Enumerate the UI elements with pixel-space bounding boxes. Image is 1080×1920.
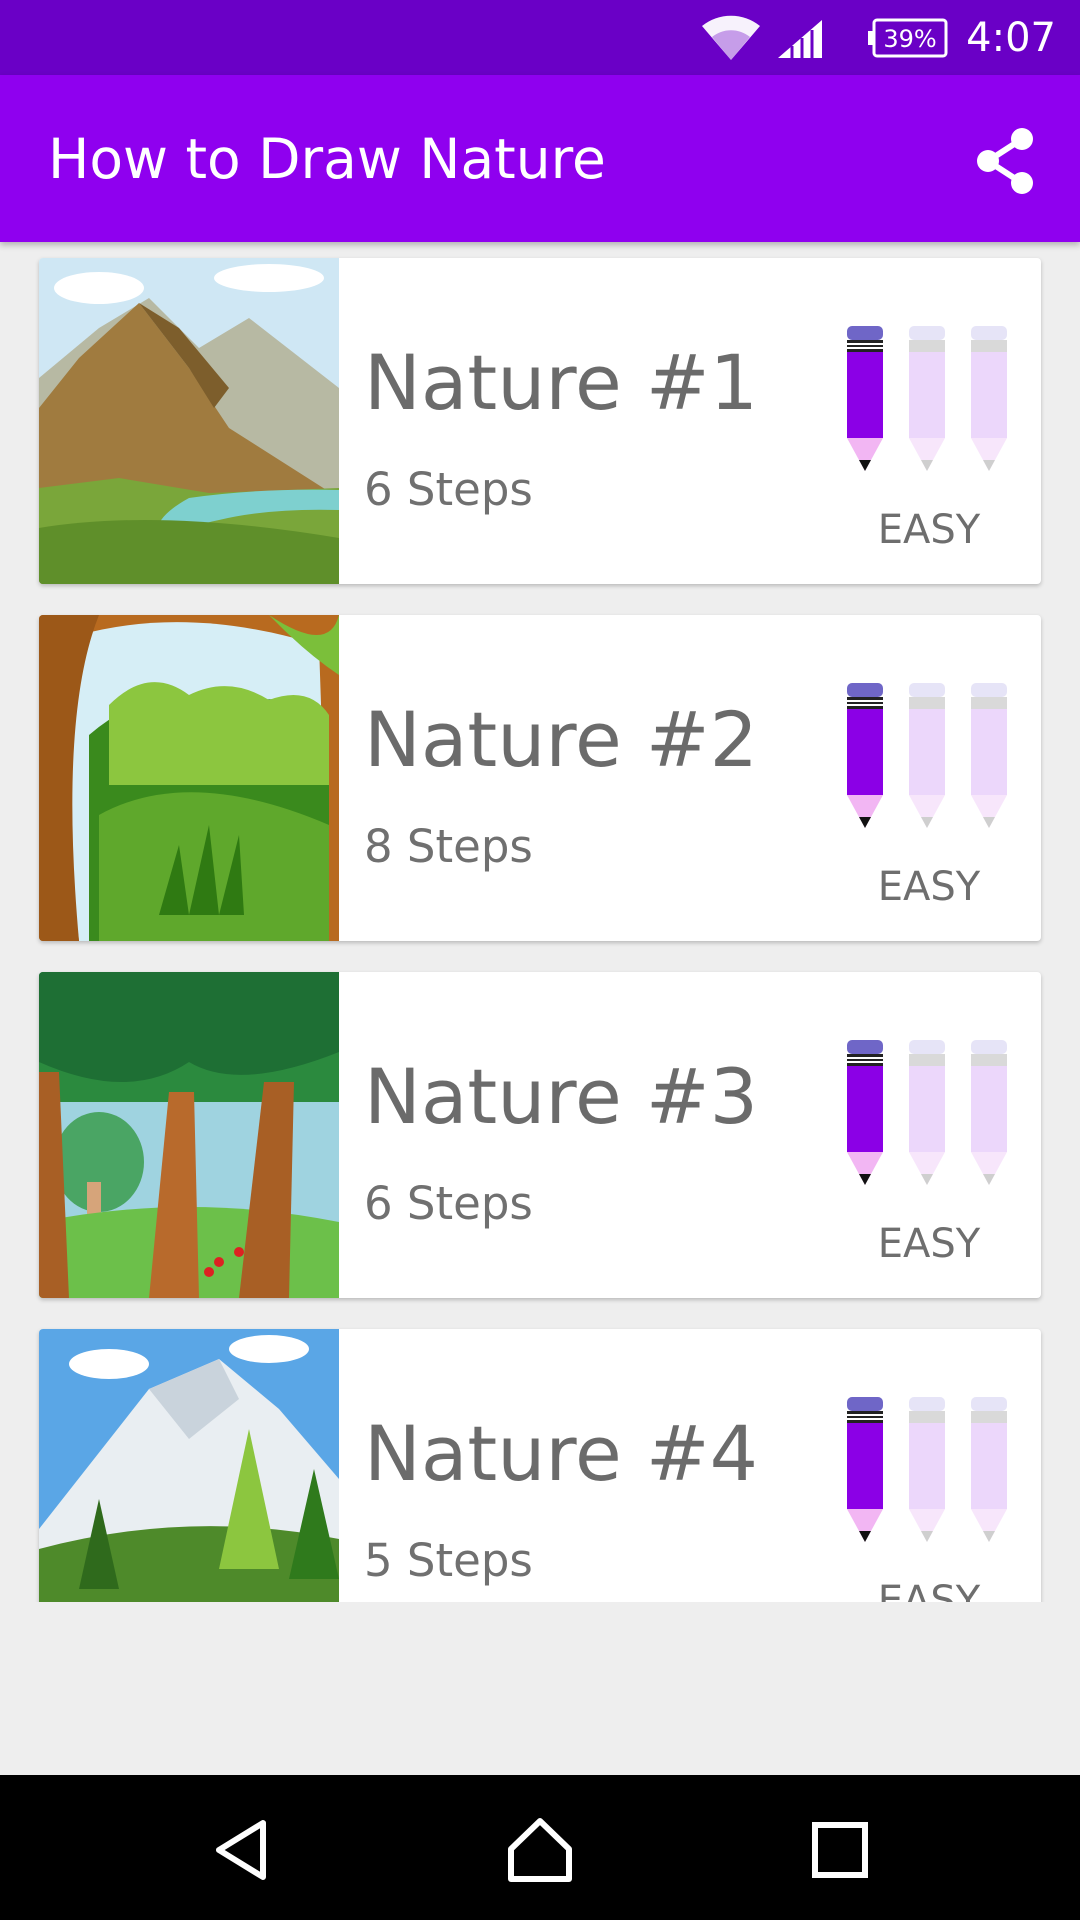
page-title: How to Draw Nature (48, 127, 606, 191)
thumbnail-forest-trees (39, 972, 339, 1298)
pencil-active-icon (847, 326, 883, 471)
status-bar: 39% 4:07 (0, 0, 1080, 75)
item-title: Nature #2 (364, 695, 758, 784)
list-item-nature-3[interactable]: Nature #3 6 Steps EASY (39, 972, 1041, 1298)
app-bar: How to Draw Nature (0, 75, 1080, 242)
item-steps: 6 Steps (364, 1177, 533, 1230)
home-icon (508, 1818, 572, 1882)
cell-signal-icon (778, 20, 822, 58)
pencil-inactive-icon (971, 683, 1007, 828)
thumbnail-jungle-cave (39, 615, 339, 941)
difficulty-label: EASY (877, 507, 981, 553)
item-title: Nature #1 (364, 338, 758, 427)
pencil-inactive-icon (971, 1397, 1007, 1542)
share-button[interactable] (970, 125, 1042, 197)
clock: 4:07 (966, 15, 1056, 61)
list-item-nature-4[interactable]: Nature #4 5 Steps EASY (39, 1329, 1041, 1602)
pencil-active-icon (847, 683, 883, 828)
recents-button[interactable] (805, 1815, 875, 1885)
navigation-bar (0, 1775, 1080, 1920)
item-steps: 8 Steps (364, 820, 533, 873)
pencil-active-icon (847, 1397, 883, 1542)
drawing-list[interactable]: Nature #1 6 Steps EASY Nature #2 8 Steps… (0, 242, 1080, 1602)
wifi-icon (702, 15, 760, 61)
recents-icon (812, 1822, 868, 1878)
back-icon (216, 1820, 266, 1880)
pencil-inactive-icon (909, 1397, 945, 1542)
difficulty-label: EASY (877, 1221, 981, 1267)
difficulty-pencils-icon (847, 1040, 1007, 1185)
pencil-inactive-icon (909, 683, 945, 828)
difficulty-label: EASY (877, 1578, 981, 1602)
item-steps: 5 Steps (364, 1534, 533, 1587)
difficulty-pencils-icon (847, 1397, 1007, 1542)
list-item-nature-2[interactable]: Nature #2 8 Steps EASY (39, 615, 1041, 941)
battery-percent: 39% (883, 25, 936, 53)
pencil-active-icon (847, 1040, 883, 1185)
home-button[interactable] (505, 1815, 575, 1885)
pencil-inactive-icon (909, 1040, 945, 1185)
difficulty-label: EASY (877, 864, 981, 910)
pencil-inactive-icon (971, 326, 1007, 471)
share-icon (977, 128, 1033, 194)
battery-icon: 39% (868, 18, 948, 58)
thumbnail-mountain-river (39, 258, 339, 584)
difficulty-pencils-icon (847, 683, 1007, 828)
thumbnail-snowy-mountain-pines (39, 1329, 339, 1602)
difficulty-pencils-icon (847, 326, 1007, 471)
item-title: Nature #3 (364, 1052, 758, 1141)
pencil-inactive-icon (971, 1040, 1007, 1185)
back-button[interactable] (207, 1815, 277, 1885)
item-title: Nature #4 (364, 1409, 758, 1498)
list-item-nature-1[interactable]: Nature #1 6 Steps EASY (39, 258, 1041, 584)
pencil-inactive-icon (909, 326, 945, 471)
item-steps: 6 Steps (364, 463, 533, 516)
